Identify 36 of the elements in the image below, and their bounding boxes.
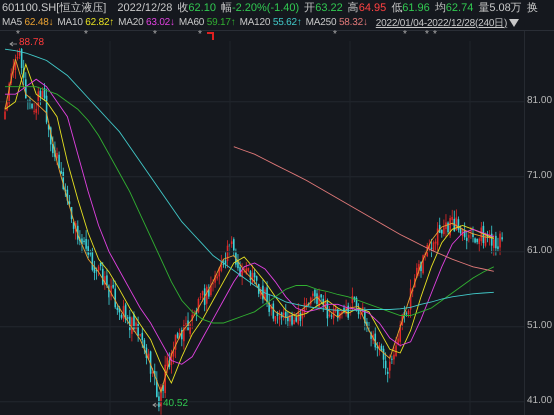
flag-icon (207, 32, 214, 40)
event-marker[interactable]: * (84, 30, 88, 40)
quote-field: 低61.96 (391, 0, 430, 15)
moving-average-value: MA10 62.82↑ (57, 17, 114, 28)
quote-field: 开63.22 (304, 0, 343, 15)
event-marker[interactable]: * (333, 30, 337, 40)
event-marker[interactable]: * (403, 30, 407, 40)
event-marker[interactable]: * (198, 30, 202, 40)
price-axis-label: 61.00 (527, 244, 552, 256)
high-price-label: 88.78 (18, 37, 46, 48)
moving-average-value: MA120 55.62↑ (240, 17, 302, 28)
event-marker[interactable]: * (433, 30, 437, 40)
price-axis-label: 41.00 (527, 394, 552, 406)
stock-symbol: 601100.SH[恒立液压] (2, 0, 106, 15)
price-axis-label: 51.00 (527, 320, 552, 331)
price-axis-label: 71.00 (527, 170, 552, 181)
event-marker[interactable]: * (425, 30, 429, 40)
leader-line (9, 42, 18, 46)
quote-field: 幅-2.20%(-1.40) (220, 0, 300, 15)
quote-field: 换 (526, 0, 538, 15)
moving-average-value: MA20 63.02↓ (118, 17, 175, 28)
caret-icon[interactable] (509, 18, 520, 26)
quote-field: 量5.08万 (478, 0, 522, 15)
moving-average-value: MA60 59.17↑ (178, 17, 236, 28)
quote-field: 均62.74 (434, 0, 474, 15)
moving-average-value: MA250 58.32↓ (306, 17, 368, 28)
leader-line (152, 402, 162, 408)
date-range-link[interactable]: 2022/01/04-2022/12/28(240日) (376, 16, 508, 30)
event-marker[interactable]: * (153, 30, 157, 40)
event-marker[interactable]: * (16, 30, 20, 40)
quote-date: 2022/12/28 (117, 2, 172, 14)
quote-field: 高64.95 (348, 0, 386, 15)
price-axis-label: 81.00 (527, 94, 552, 106)
quote-field: 收62.10 (177, 0, 216, 15)
moving-average-value: MA5 62.48↓ (2, 17, 54, 28)
low-price-label: 40.52 (162, 398, 190, 409)
